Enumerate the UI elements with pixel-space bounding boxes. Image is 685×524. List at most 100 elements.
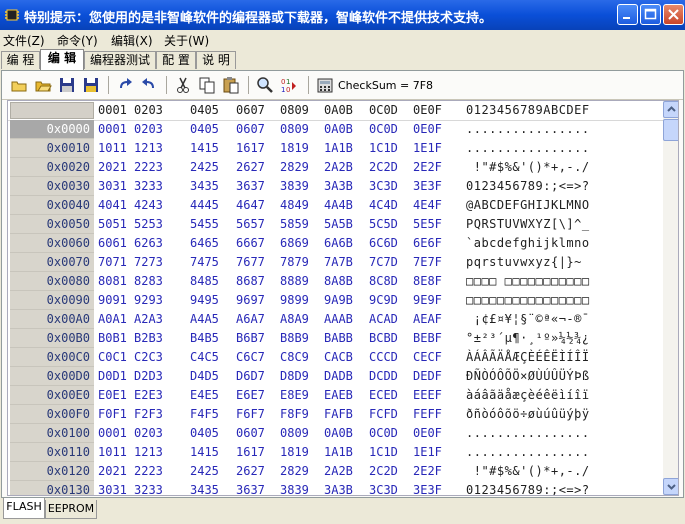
hex-cell[interactable]: 6A6B — [324, 235, 353, 252]
hex-cell[interactable]: 5859 — [280, 216, 309, 233]
hex-cell[interactable]: E8E9 — [280, 387, 309, 404]
hex-cell[interactable]: 6667 — [236, 235, 265, 252]
hex-cell[interactable]: 1E1F — [413, 444, 442, 461]
hex-cell[interactable]: 7879 — [280, 254, 309, 271]
hex-cell[interactable]: DCDD — [369, 368, 398, 385]
hex-cell[interactable]: 3637 — [236, 178, 265, 195]
hex-cell[interactable]: 4647 — [236, 197, 265, 214]
hex-cell[interactable]: 9697 — [236, 292, 265, 309]
hex-cell[interactable]: 2A2B — [324, 463, 353, 480]
menu-about[interactable]: 关于(W) — [164, 32, 209, 49]
hex-cell[interactable]: 0001 — [98, 425, 127, 442]
hex-cell[interactable]: 1011 — [98, 140, 127, 157]
hex-cell[interactable]: 7C7D — [369, 254, 398, 271]
hex-cell[interactable]: 3C3D — [369, 178, 398, 195]
hex-cell[interactable]: 5A5B — [324, 216, 353, 233]
hex-cell[interactable]: C6C7 — [236, 349, 265, 366]
hex-cell[interactable]: 3233 — [134, 178, 163, 195]
hex-cell[interactable]: 0C0D — [369, 425, 398, 442]
hex-cell[interactable]: 4243 — [134, 197, 163, 214]
hex-cell[interactable]: 0203 — [134, 121, 163, 138]
hex-cell[interactable]: 1A1B — [324, 140, 353, 157]
hex-cell[interactable]: 0203 — [134, 425, 163, 442]
hex-cell[interactable]: 9C9D — [369, 292, 398, 309]
hex-cell[interactable]: EEEF — [413, 387, 442, 404]
ascii-cell[interactable]: pqrstuvwxyz{|}~ — [466, 254, 582, 271]
redo-button[interactable] — [116, 76, 136, 94]
menu-file[interactable]: 文件(Z) — [3, 32, 45, 49]
hex-cell[interactable]: E2E3 — [134, 387, 163, 404]
ascii-cell[interactable]: `abcdefghijklmno — [466, 235, 590, 252]
hex-editor[interactable]: 0001 0203 0405 0607 0809 0A0B 0C0D 0E0F 01234567… — [7, 100, 679, 496]
hex-cell[interactable]: 3031 — [98, 482, 127, 495]
hex-cell[interactable]: 1011 — [98, 444, 127, 461]
minimize-button[interactable] — [617, 4, 638, 25]
ascii-cell[interactable]: 0123456789:;<=>? — [466, 482, 590, 495]
ascii-cell[interactable]: °±²³´µ¶·¸¹º»¼½¾¿ — [466, 330, 590, 347]
hex-cell[interactable]: 8889 — [280, 273, 309, 290]
hex-cell[interactable]: B0B1 — [98, 330, 127, 347]
hex-cell[interactable]: 6263 — [134, 235, 163, 252]
hex-cell[interactable]: 6869 — [280, 235, 309, 252]
undo-button[interactable] — [140, 76, 160, 94]
hex-cell[interactable]: 7273 — [134, 254, 163, 271]
hex-cell[interactable]: 8081 — [98, 273, 127, 290]
hex-cell[interactable]: 1819 — [280, 444, 309, 461]
hex-cell[interactable]: ECED — [369, 387, 398, 404]
hex-cell[interactable]: 3839 — [280, 178, 309, 195]
hex-cell[interactable]: B6B7 — [236, 330, 265, 347]
hex-cell[interactable]: 0607 — [236, 121, 265, 138]
hex-cell[interactable]: 4041 — [98, 197, 127, 214]
hex-cell[interactable]: 2C2D — [369, 159, 398, 176]
hex-cell[interactable]: 1415 — [190, 444, 219, 461]
save-button[interactable] — [58, 76, 78, 94]
hex-cell[interactable]: 1C1D — [369, 444, 398, 461]
tab-flash[interactable]: FLASH — [3, 498, 45, 519]
tab-programmer-test[interactable]: 编程器测试 — [84, 51, 156, 69]
hex-cell[interactable]: 2223 — [134, 159, 163, 176]
hex-cell[interactable]: 1213 — [134, 140, 163, 157]
hex-cell[interactable]: CACB — [324, 349, 353, 366]
find-button[interactable] — [256, 76, 276, 94]
hex-cell[interactable]: 3435 — [190, 482, 219, 495]
ascii-cell[interactable]: □□□□□□□□□□□□□□□□ — [466, 292, 590, 309]
hex-cell[interactable]: E6E7 — [236, 387, 265, 404]
hex-cell[interactable]: 1C1D — [369, 140, 398, 157]
hex-cell[interactable]: 5C5D — [369, 216, 398, 233]
checksum-button[interactable] — [316, 76, 336, 94]
hex-cell[interactable]: 3C3D — [369, 482, 398, 495]
hex-cell[interactable]: 3E3F — [413, 482, 442, 495]
hex-cell[interactable]: 2829 — [280, 159, 309, 176]
hex-cell[interactable]: BCBD — [369, 330, 398, 347]
hex-cell[interactable]: 2A2B — [324, 159, 353, 176]
ascii-cell[interactable]: àáâãäåæçèéêëìíîï — [466, 387, 590, 404]
hex-cell[interactable]: ACAD — [369, 311, 398, 328]
hex-cell[interactable]: A2A3 — [134, 311, 163, 328]
hex-cell[interactable]: 3839 — [280, 482, 309, 495]
hex-cell[interactable]: 2425 — [190, 463, 219, 480]
hex-cell[interactable]: 2627 — [236, 159, 265, 176]
ascii-cell[interactable]: !"#$%&'()*+,-./ — [466, 463, 590, 480]
hex-cell[interactable]: 0001 — [98, 121, 127, 138]
menu-command[interactable]: 命令(Y) — [57, 32, 98, 49]
hex-cell[interactable]: F4F5 — [190, 406, 219, 423]
goto-button[interactable]: 0110 — [280, 76, 300, 94]
hex-cell[interactable]: F2F3 — [134, 406, 163, 423]
hex-cell[interactable]: 0E0F — [413, 425, 442, 442]
hex-cell[interactable]: 2425 — [190, 159, 219, 176]
hex-cell[interactable]: 5657 — [236, 216, 265, 233]
cut-button[interactable] — [174, 76, 194, 94]
scroll-thumb[interactable] — [663, 119, 678, 141]
hex-cell[interactable]: D6D7 — [236, 368, 265, 385]
hex-cell[interactable]: C4C5 — [190, 349, 219, 366]
hex-cell[interactable]: 8485 — [190, 273, 219, 290]
hex-cell[interactable]: 0E0F — [413, 121, 442, 138]
hex-cell[interactable]: A6A7 — [236, 311, 265, 328]
hex-cell[interactable]: 8E8F — [413, 273, 442, 290]
hex-cell[interactable]: D0D1 — [98, 368, 127, 385]
ascii-cell[interactable]: @ABCDEFGHIJKLMNO — [466, 197, 590, 214]
hex-cell[interactable]: CECF — [413, 349, 442, 366]
hex-cell[interactable]: 9293 — [134, 292, 163, 309]
hex-cell[interactable]: 3435 — [190, 178, 219, 195]
hex-cell[interactable]: 8A8B — [324, 273, 353, 290]
